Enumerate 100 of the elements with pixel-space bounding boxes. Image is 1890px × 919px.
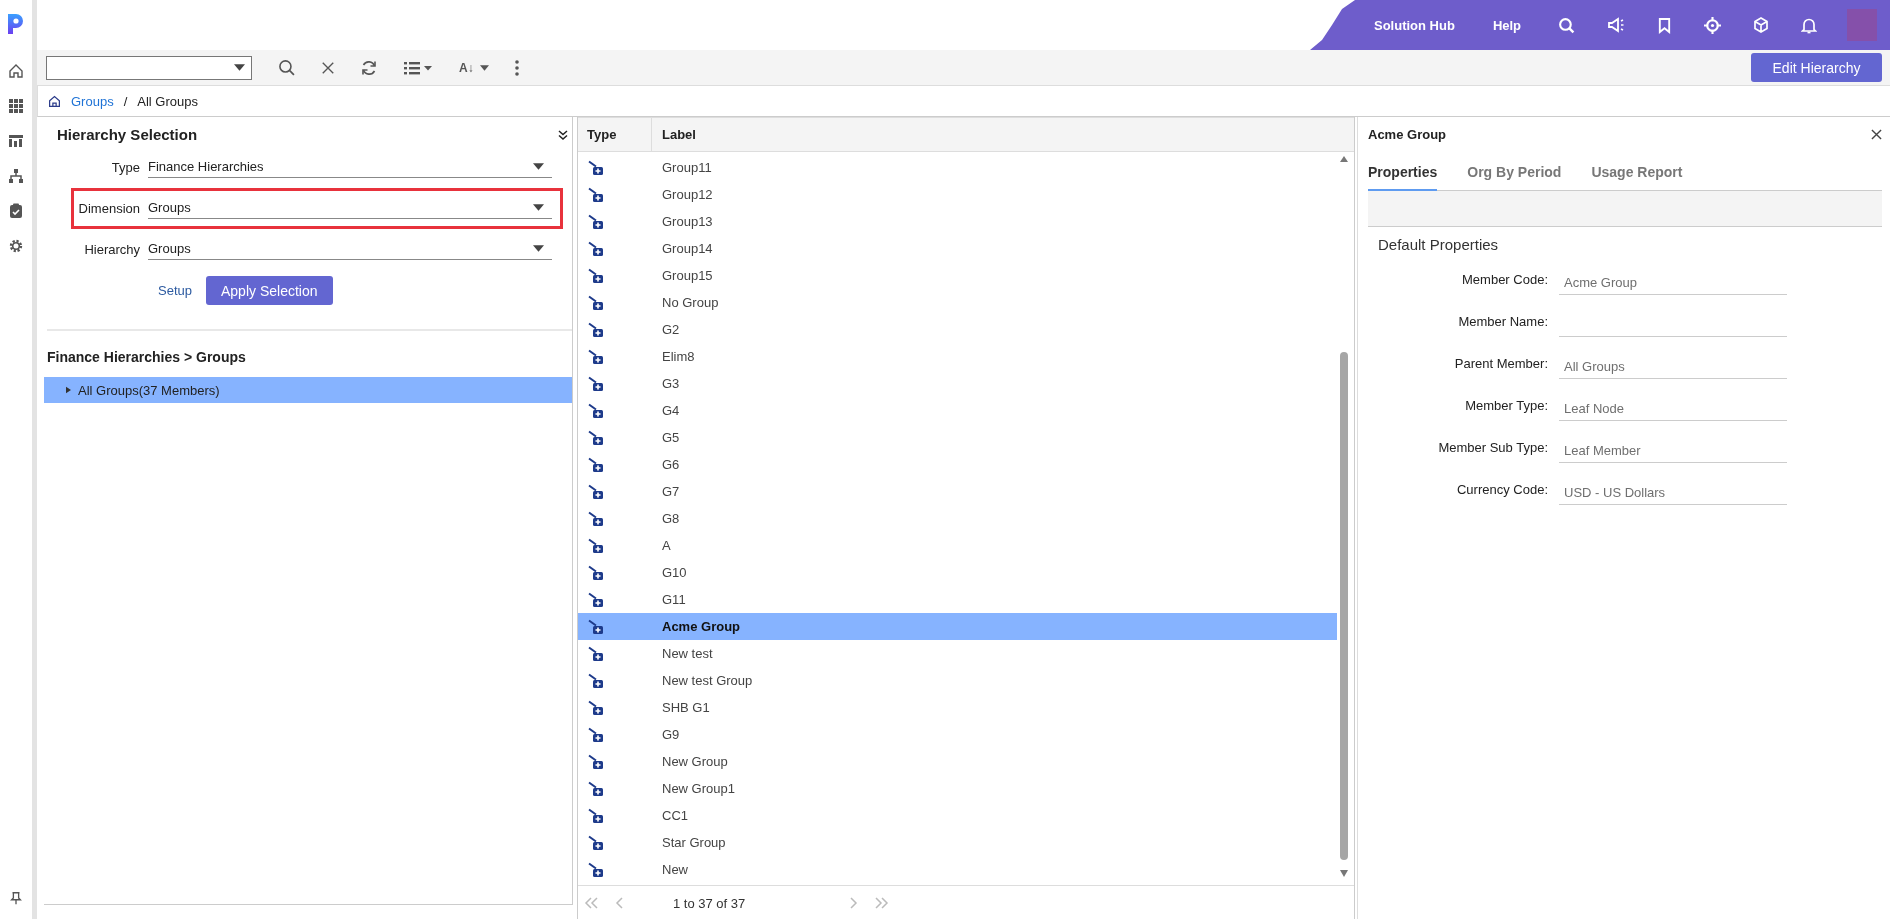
- caret-icon[interactable]: [234, 64, 245, 71]
- table-row[interactable]: G11: [578, 586, 1337, 613]
- breadcrumb-current: All Groups: [137, 93, 198, 109]
- header-link[interactable]: Solution Hub: [1374, 17, 1455, 33]
- refresh-icon[interactable]: [361, 59, 377, 76]
- table-row[interactable]: G5: [578, 424, 1337, 451]
- property-field[interactable]: Leaf Member: [1559, 434, 1787, 463]
- field-label: Member Code:: [1461, 272, 1548, 289]
- member-icon: [588, 240, 604, 257]
- member-icon: [588, 510, 604, 527]
- collapse-icon[interactable]: [558, 129, 568, 140]
- hierarchy-icon[interactable]: [8, 168, 24, 184]
- member-icon: [588, 375, 604, 392]
- field-label: Parent Member:: [1453, 356, 1548, 373]
- pin-icon[interactable]: [9, 890, 23, 906]
- table-row[interactable]: New test: [578, 640, 1337, 667]
- settings-icon[interactable]: [8, 238, 24, 254]
- logo-icon[interactable]: [6, 12, 26, 36]
- hierarchy-path: Finance Hierarchies > Groups: [46, 348, 247, 367]
- table-row[interactable]: Group11: [578, 154, 1337, 181]
- table-row[interactable]: A: [578, 532, 1337, 559]
- member-icon: [588, 213, 604, 230]
- member-icon: [588, 861, 604, 878]
- table-row[interactable]: Group14: [578, 235, 1337, 262]
- member-icon: [588, 645, 604, 662]
- bookmark-icon[interactable]: [1657, 16, 1673, 34]
- table-row[interactable]: New: [578, 856, 1337, 883]
- table-row[interactable]: G3: [578, 370, 1337, 397]
- member-icon: [588, 348, 604, 365]
- header-link[interactable]: Help: [1492, 17, 1522, 33]
- clipboard-icon[interactable]: [8, 203, 24, 219]
- member-icon: [588, 564, 604, 581]
- tab[interactable]: Org By Period: [1467, 164, 1562, 191]
- crosshair-icon[interactable]: [1704, 16, 1722, 34]
- caret-icon: [533, 163, 544, 170]
- edit-hierarchy-button[interactable]: Edit Hierarchy: [1751, 53, 1882, 82]
- table-row[interactable]: New Group1: [578, 775, 1337, 802]
- cube-icon[interactable]: [1753, 17, 1770, 33]
- apply-selection-button[interactable]: Apply Selection: [206, 276, 333, 305]
- tree-node[interactable]: All Groups(37 Members): [44, 377, 572, 403]
- megaphone-icon[interactable]: [1607, 17, 1626, 33]
- breadcrumb-separator: /: [123, 93, 128, 109]
- close-icon[interactable]: [321, 60, 335, 75]
- table-row[interactable]: No Group: [578, 289, 1337, 316]
- field-label: Member Type:: [1464, 398, 1548, 415]
- table-row[interactable]: SHB G1: [578, 694, 1337, 721]
- table-row[interactable]: Acme Group: [578, 613, 1337, 640]
- bell-icon[interactable]: [1801, 16, 1818, 34]
- home-icon[interactable]: [8, 63, 24, 79]
- member-icon: [588, 591, 604, 608]
- member-icon: [588, 834, 604, 851]
- table-row[interactable]: G7: [578, 478, 1337, 505]
- table-row[interactable]: G2: [578, 316, 1337, 343]
- report-icon[interactable]: [8, 133, 24, 149]
- grid-icon[interactable]: [8, 98, 24, 114]
- field-label: Dimension: [77, 201, 140, 216]
- table-row[interactable]: G9: [578, 721, 1337, 748]
- dropdown-field[interactable]: Groups: [148, 198, 552, 219]
- property-field[interactable]: Leaf Node: [1559, 392, 1787, 421]
- table-row[interactable]: G6: [578, 451, 1337, 478]
- table-row[interactable]: Star Group: [578, 829, 1337, 856]
- table-row[interactable]: New test Group: [578, 667, 1337, 694]
- table-row[interactable]: CC1: [578, 802, 1337, 829]
- member-icon: [588, 726, 604, 743]
- table-row[interactable]: G10: [578, 559, 1337, 586]
- dropdown-field[interactable]: Groups: [148, 239, 552, 260]
- search-combo-field[interactable]: [46, 55, 252, 80]
- table-row[interactable]: G4: [578, 397, 1337, 424]
- close-icon[interactable]: [1871, 129, 1882, 140]
- tab[interactable]: Usage Report: [1591, 164, 1683, 191]
- search-icon[interactable]: [1558, 16, 1576, 34]
- expand-arrow-icon[interactable]: [66, 386, 71, 394]
- table-row[interactable]: Group12: [578, 181, 1337, 208]
- property-field[interactable]: USD - US Dollars: [1559, 476, 1787, 505]
- table-row[interactable]: New Group: [578, 748, 1337, 775]
- dropdown-field[interactable]: Finance Hierarchies: [148, 157, 552, 178]
- breadcrumb-link[interactable]: Groups: [71, 93, 114, 109]
- property-field[interactable]: Acme Group: [1559, 266, 1787, 295]
- table-row[interactable]: Elim8: [578, 343, 1337, 370]
- page-status: 1 to 37 of 37: [673, 895, 746, 911]
- member-icon: [588, 807, 604, 824]
- field-label: Member Name:: [1457, 314, 1548, 331]
- member-icon: [588, 537, 604, 554]
- search-icon[interactable]: [278, 59, 295, 76]
- column-header[interactable]: Label: [652, 118, 696, 151]
- list-dropdown-icon[interactable]: [403, 60, 433, 75]
- table-row[interactable]: Group15: [578, 262, 1337, 289]
- column-header[interactable]: Type: [578, 118, 652, 151]
- detail-title: Acme Group: [1368, 127, 1446, 142]
- setup-link[interactable]: Setup: [158, 283, 192, 298]
- table-row[interactable]: G8: [578, 505, 1337, 532]
- more-icon[interactable]: [514, 59, 519, 76]
- table-row[interactable]: Group13: [578, 208, 1337, 235]
- member-icon: [588, 294, 604, 311]
- sort-button[interactable]: A↓: [459, 60, 489, 75]
- section-title: Default Properties: [1377, 235, 1500, 253]
- member-icon: [588, 753, 604, 770]
- member-icon: [588, 402, 604, 419]
- property-field[interactable]: All Groups: [1559, 350, 1787, 379]
- home-icon[interactable]: [48, 94, 61, 108]
